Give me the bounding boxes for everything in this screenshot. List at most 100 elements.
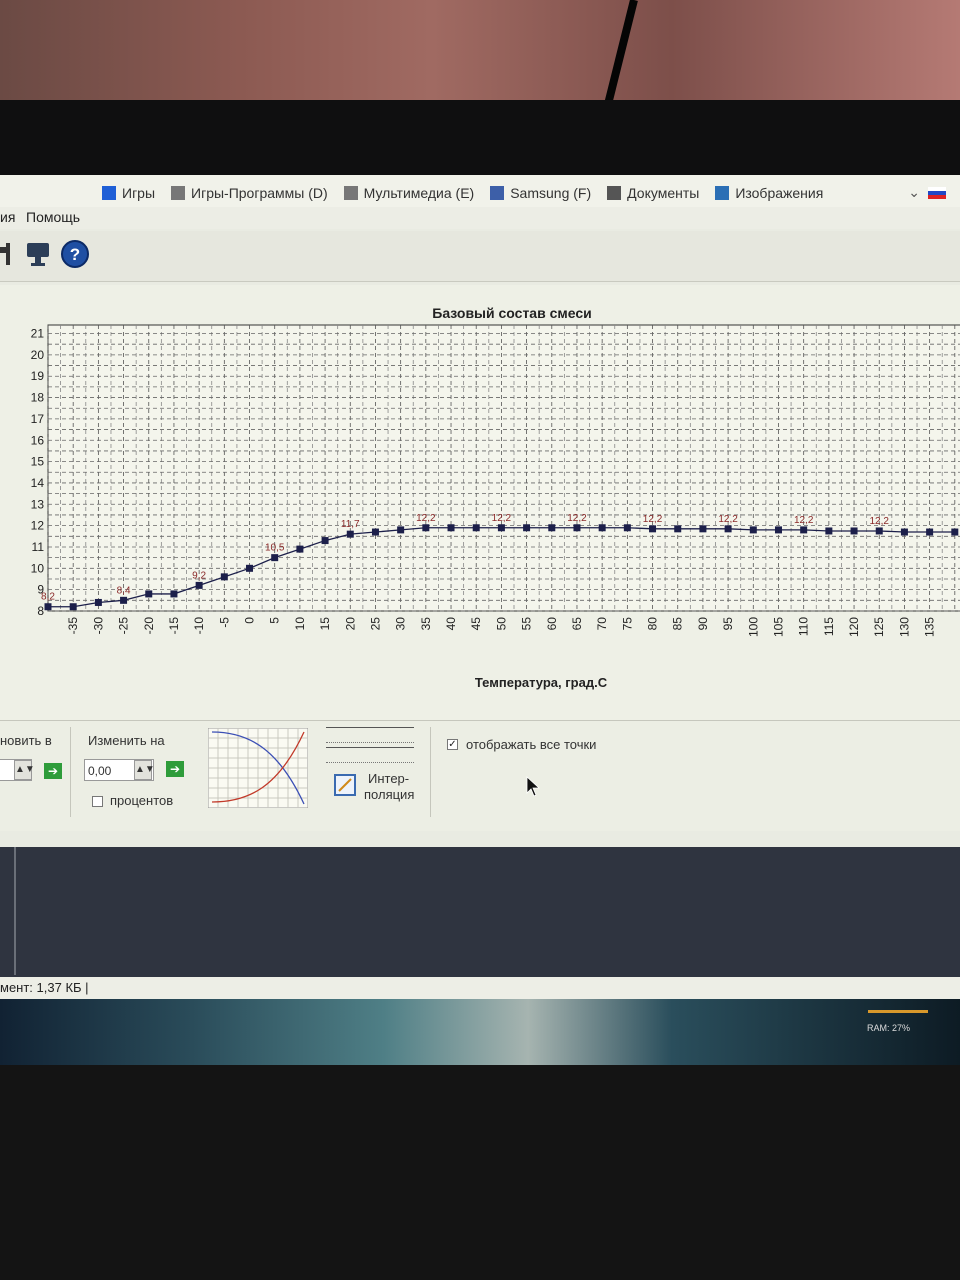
tool-icon[interactable] [0, 239, 22, 269]
data-point [296, 545, 304, 553]
data-point [145, 590, 153, 598]
slider-bottom[interactable] [326, 747, 414, 763]
data-point [69, 603, 77, 611]
svg-text:?: ? [70, 245, 80, 264]
bookmark-item[interactable]: Игры-Программы (D) [171, 185, 328, 201]
drive-usb-icon [490, 186, 505, 200]
data-label: 8,2 [41, 592, 55, 603]
data-point [951, 528, 959, 536]
x-tick-label: 20 [343, 617, 357, 631]
x-tick-label: 75 [620, 617, 634, 631]
data-point [598, 524, 606, 532]
bookmark-item[interactable]: Samsung (F) [490, 185, 591, 201]
x-tick-label: 0 [243, 617, 257, 624]
desktop-wallpaper [0, 999, 960, 1070]
x-tick-label: 25 [368, 617, 382, 631]
x-tick-label: 115 [822, 617, 836, 636]
x-tick-label: 55 [520, 617, 534, 631]
x-tick-label: 85 [671, 617, 685, 631]
x-tick-label: -30 [91, 617, 105, 635]
y-tick-label: 16 [31, 433, 45, 447]
menu-bar: ия Помощь [0, 207, 960, 229]
data-point [674, 525, 682, 533]
data-point [346, 530, 354, 538]
bookmark-item[interactable]: Мультимедиа (E) [343, 185, 475, 201]
data-point [44, 603, 52, 611]
data-point [825, 527, 833, 535]
data-point [397, 526, 405, 534]
bookmark-label: Документы [627, 185, 700, 201]
data-label: 12,2 [416, 513, 436, 524]
data-label: 12,2 [870, 516, 890, 527]
x-tick-label: 135 [923, 617, 937, 637]
drive-icon [343, 186, 358, 200]
data-point [774, 526, 782, 534]
separator [430, 727, 431, 817]
separator [70, 727, 71, 817]
data-point [573, 524, 581, 532]
data-point [271, 554, 279, 562]
curve-preview-icon[interactable] [208, 728, 308, 808]
y-tick-label: 11 [32, 540, 45, 554]
data-point [523, 524, 531, 532]
image-icon [715, 186, 730, 200]
percent-checkbox[interactable] [92, 796, 103, 807]
set-to-apply-button[interactable]: ➔ [44, 763, 62, 779]
interpolation-label-1[interactable]: Интер- [368, 771, 409, 786]
ram-usage-text: RAM: 27% [866, 1023, 910, 1033]
x-tick-label: -20 [142, 617, 156, 635]
bookmark-item[interactable]: Игры [102, 185, 155, 201]
x-tick-label: 15 [318, 617, 332, 631]
change-by-label: Изменить на [88, 733, 165, 748]
interpolation-label-2[interactable]: поляция [364, 787, 414, 802]
data-point [195, 581, 203, 589]
bookmark-item[interactable]: Документы [607, 185, 699, 201]
controls-panel: новить в ▲▼ ➔ Изменить на 0,00 ▲▼ ➔ проц… [0, 720, 960, 831]
mixture-chart[interactable]: 89101112131415161718192021-35 -30 -25 -20 -1… [0, 285, 960, 725]
set-to-stepper[interactable]: ▲▼ [14, 760, 35, 780]
change-by-stepper[interactable]: ▲▼ [134, 760, 155, 780]
x-tick-label: 80 [646, 617, 660, 631]
x-tick-label: -10 [192, 617, 206, 635]
x-tick-label: -5 [217, 617, 231, 628]
data-label: 12,2 [492, 513, 512, 524]
change-by-apply-button[interactable]: ➔ [166, 761, 184, 777]
language-flag-icon[interactable] [928, 187, 946, 199]
data-point [724, 525, 732, 533]
bookmark-list: Игры Игры-Программы (D) Мультимедиа (E) Sam… [102, 185, 839, 201]
bookmark-label: Игры-Программы (D) [191, 185, 328, 201]
data-label: 12,2 [643, 514, 663, 525]
x-tick-label: 130 [897, 617, 911, 637]
monitor-bezel-bottom [0, 1065, 960, 1280]
x-tick-label: -25 [117, 617, 131, 635]
x-tick-label: 5 [268, 617, 282, 624]
menu-item-help[interactable]: Помощь [26, 209, 80, 225]
x-tick-label: 100 [746, 617, 760, 637]
show-all-points-checkbox[interactable]: ✓ [447, 739, 458, 750]
chevron-down-icon[interactable]: ⌄ [908, 184, 920, 201]
interpolation-icon[interactable] [334, 774, 356, 796]
x-tick-label: 125 [872, 617, 886, 637]
data-point [447, 524, 455, 532]
x-tick-label: 105 [771, 617, 785, 637]
help-icon[interactable]: ? [60, 239, 90, 269]
data-label: 12,2 [567, 513, 587, 524]
bookmark-label: Игры [122, 185, 156, 201]
slider-top[interactable] [326, 727, 414, 743]
y-tick-label: 13 [31, 497, 45, 511]
data-label: 11,7 [341, 519, 360, 530]
y-tick-label: 14 [31, 476, 45, 490]
x-tick-label: 60 [545, 617, 559, 631]
bookmark-item[interactable]: Изображения [715, 185, 823, 201]
menu-item-partial[interactable]: ия [0, 209, 15, 225]
bookmark-label: Мультимедиа (E) [363, 185, 475, 201]
y-tick-label: 17 [31, 412, 45, 426]
x-tick-label: 95 [721, 617, 735, 631]
monitor-tool-icon[interactable] [24, 239, 54, 269]
document-icon [607, 186, 622, 200]
bookmark-blue-icon [102, 186, 116, 200]
bookmark-label: Samsung (F) [510, 185, 592, 201]
data-point [699, 525, 707, 533]
data-point [875, 527, 883, 535]
x-tick-label: -15 [167, 617, 181, 635]
